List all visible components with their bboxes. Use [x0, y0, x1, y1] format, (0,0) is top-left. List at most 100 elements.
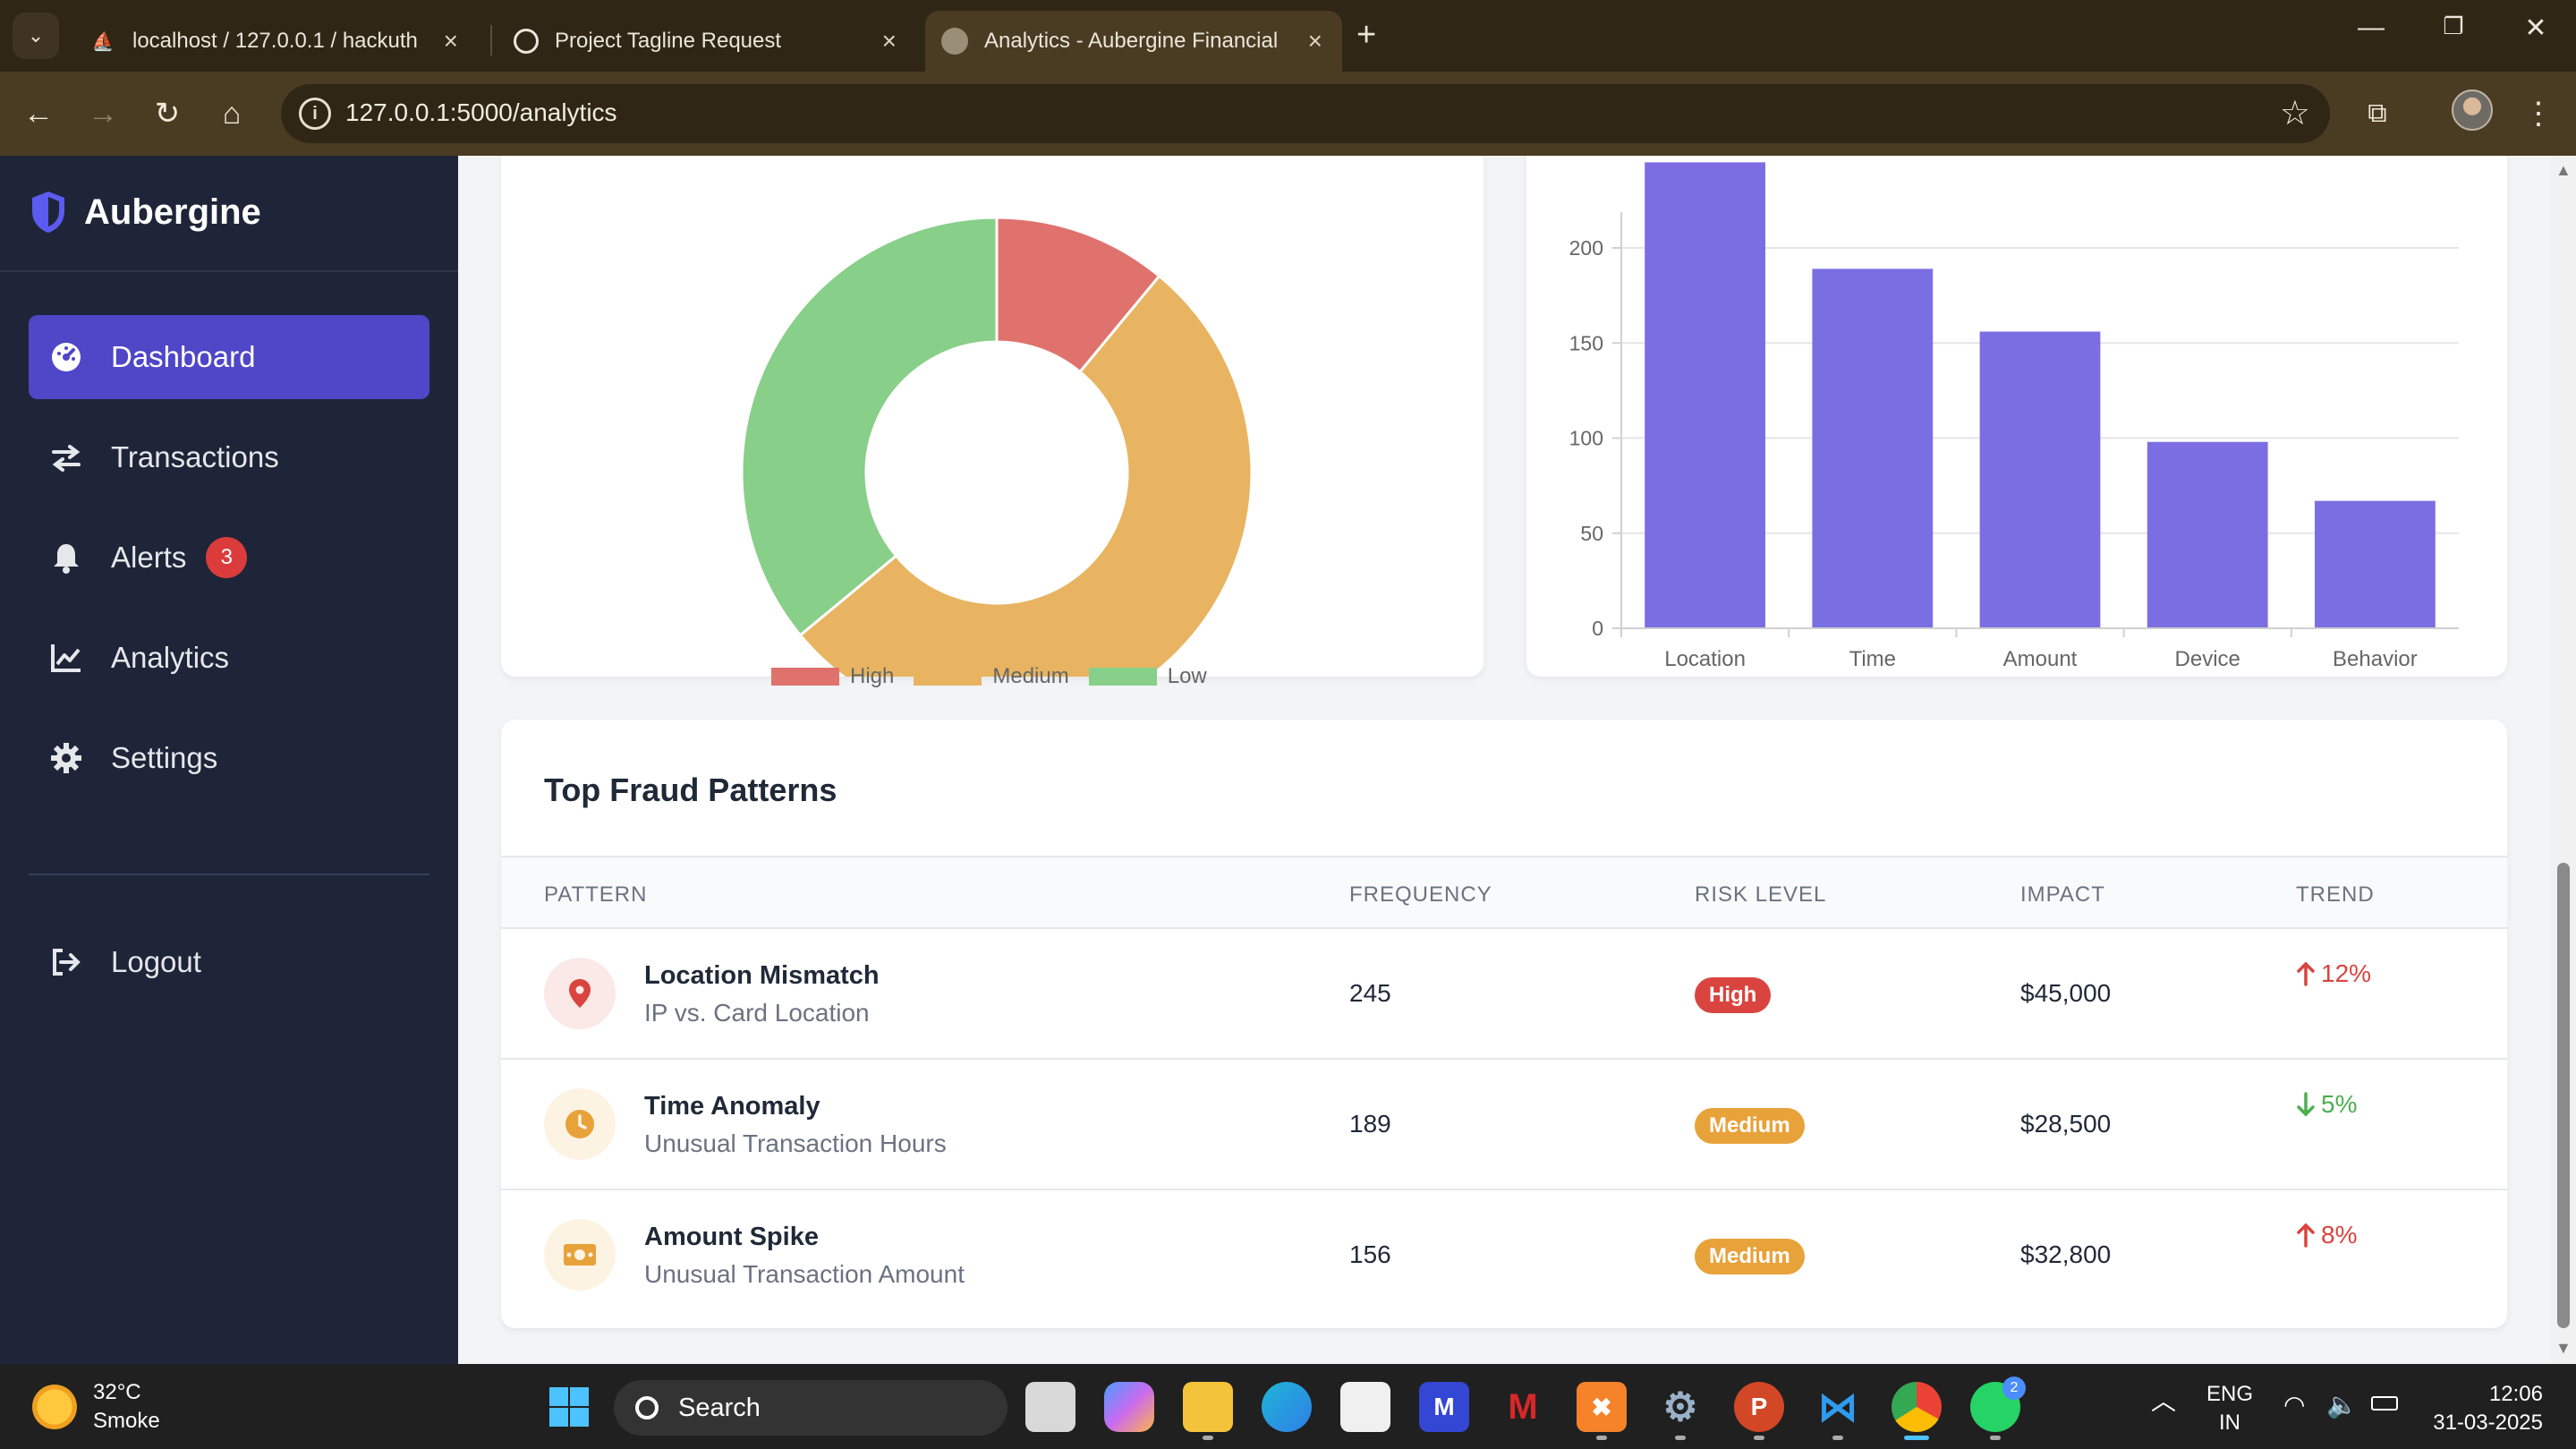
running-indicator: [1675, 1436, 1686, 1440]
extensions-icon[interactable]: ⧉: [2355, 91, 2400, 136]
browser-tab-bar: ⌄ ⛵ localhost / 127.0.0.1 / hackuth × Pr…: [0, 0, 2576, 72]
tab-title: Project Tagline Request: [555, 29, 782, 53]
windows-start-icon[interactable]: [544, 1382, 594, 1432]
scroll-up-icon[interactable]: ▲: [2555, 161, 2572, 180]
table-row[interactable]: Time Anomaly Unusual Transaction Hours 1…: [501, 1060, 2507, 1190]
powerpoint-icon[interactable]: P: [1734, 1382, 1784, 1432]
close-icon[interactable]: ×: [1308, 27, 1322, 55]
running-indicator: [1832, 1436, 1843, 1440]
url-text[interactable]: 127.0.0.1:5000/analytics: [345, 98, 617, 127]
donut-slice-low[interactable]: [740, 216, 999, 637]
scrollbar-thumb[interactable]: [2557, 863, 2570, 1328]
bookmark-star-icon[interactable]: ☆: [2280, 93, 2310, 133]
clock-time: 12:06: [2488, 1382, 2543, 1406]
close-icon[interactable]: ×: [444, 27, 458, 55]
table-row[interactable]: Amount Spike Unusual Transaction Amount …: [501, 1190, 2507, 1321]
column-header-frequency: FREQUENCY: [1349, 882, 1492, 907]
battery-icon[interactable]: [2371, 1396, 2398, 1411]
reload-icon[interactable]: ↻: [145, 91, 190, 136]
donut-legend: High Medium Low: [771, 664, 1227, 689]
tab-analytics[interactable]: Analytics - Aubergine Financial ×: [925, 11, 1342, 72]
new-tab-button[interactable]: +: [1356, 16, 1376, 55]
whatsapp-icon[interactable]: 2: [1970, 1377, 2026, 1432]
sidebar-item-transactions[interactable]: Transactions: [29, 415, 429, 499]
xampp-icon[interactable]: ✖: [1577, 1382, 1627, 1432]
settings-gear-icon[interactable]: ⚙: [1655, 1382, 1705, 1432]
bar-behavior[interactable]: [2315, 500, 2436, 628]
language-indicator[interactable]: ENG IN: [2206, 1380, 2253, 1437]
bell-icon: [48, 540, 84, 575]
copilot-icon[interactable]: [1104, 1382, 1154, 1432]
pattern-description: Unusual Transaction Amount: [644, 1260, 965, 1288]
site-info-icon[interactable]: i: [299, 98, 331, 130]
forward-icon[interactable]: →: [81, 91, 125, 136]
top-fraud-patterns-card: Top Fraud Patterns PATTERN FREQUENCY RIS…: [501, 720, 2507, 1328]
logout-label: Logout: [111, 945, 201, 978]
trend-up: 12%: [2296, 959, 2371, 988]
address-bar[interactable]: i 127.0.0.1:5000/analytics ☆: [281, 84, 2330, 143]
clock[interactable]: 12:06 31-03-2025: [2427, 1380, 2543, 1437]
frequency-value: 189: [1349, 1110, 1391, 1138]
legend-item-low[interactable]: Low: [1088, 664, 1207, 689]
sidebar-item-label: Dashboard: [111, 340, 256, 373]
bar-amount[interactable]: [1979, 331, 2101, 629]
sidebar-item-label: Transactions: [111, 440, 279, 473]
mcafee-icon[interactable]: M: [1498, 1382, 1548, 1432]
edge-icon[interactable]: [1262, 1382, 1312, 1432]
minimize-icon[interactable]: —: [2344, 13, 2398, 43]
bar-device[interactable]: [2147, 441, 2268, 628]
bar-time[interactable]: [1812, 268, 1934, 628]
microsoft-store-icon[interactable]: [1340, 1382, 1390, 1432]
back-icon[interactable]: ←: [16, 91, 61, 136]
chevron-up-icon[interactable]: ︿: [2151, 1387, 2176, 1416]
running-indicator: [1990, 1436, 2001, 1440]
restore-icon[interactable]: ❐: [2427, 13, 2480, 40]
weather-widget[interactable]: 32°C Smoke: [32, 1378, 160, 1436]
region-code: IN: [2219, 1411, 2240, 1435]
home-icon[interactable]: ⌂: [209, 91, 254, 136]
x-tick-label: Time: [1849, 647, 1896, 671]
task-view-icon[interactable]: [1025, 1382, 1075, 1432]
language-code: ENG: [2206, 1382, 2254, 1406]
sidebar-item-settings[interactable]: Settings: [29, 716, 429, 800]
close-icon[interactable]: ×: [882, 27, 897, 55]
x-tick-label: Device: [2175, 647, 2240, 671]
file-explorer-icon[interactable]: [1183, 1382, 1233, 1432]
table-row[interactable]: Location Mismatch IP vs. Card Location 2…: [501, 929, 2507, 1060]
page-scrollbar[interactable]: ▲ ▼: [2550, 156, 2576, 1364]
money-bill-icon: [544, 1219, 616, 1291]
scroll-down-icon[interactable]: ▼: [2555, 1339, 2572, 1358]
section-title: Top Fraud Patterns: [544, 771, 837, 808]
profile-avatar[interactable]: [2452, 89, 2493, 131]
menu-kebab-icon[interactable]: ⋮: [2516, 91, 2561, 136]
running-indicator: [1596, 1436, 1607, 1440]
bar-location[interactable]: [1645, 162, 1765, 628]
x-tick-label: Location: [1664, 647, 1746, 671]
sidebar-item-analytics[interactable]: Analytics: [29, 616, 429, 700]
close-window-icon[interactable]: ✕: [2509, 13, 2563, 44]
logout-button[interactable]: Logout: [29, 920, 429, 1004]
vscode-icon[interactable]: ⋈: [1813, 1382, 1863, 1432]
tab-phpmyadmin[interactable]: ⛵ localhost / 127.0.0.1 / hackuth ×: [73, 11, 478, 72]
sidebar-item-dashboard[interactable]: Dashboard: [29, 315, 429, 399]
alerts-count-badge: 3: [206, 537, 248, 578]
tab-search-button[interactable]: ⌄: [13, 13, 59, 59]
volume-icon[interactable]: 🔈: [2326, 1391, 2358, 1419]
frequency-value: 156: [1349, 1240, 1391, 1268]
wifi-icon[interactable]: ◠: [2283, 1391, 2305, 1419]
os-taskbar: 32°C Smoke Search M M ✖ ⚙ P ⋈ 2 ︿ ENG IN…: [0, 1364, 2576, 1449]
legend-item-high[interactable]: High: [771, 664, 894, 689]
risk-badge-medium: Medium: [1695, 1108, 1805, 1144]
app-icon[interactable]: M: [1419, 1382, 1469, 1432]
tab-chatgpt[interactable]: Project Tagline Request ×: [497, 11, 916, 72]
sidebar-item-alerts[interactable]: Alerts 3: [29, 516, 429, 600]
brand-logo[interactable]: Aubergine: [29, 190, 261, 234]
x-tick-label: Behavior: [2333, 647, 2418, 671]
taskbar-search[interactable]: Search: [614, 1380, 1007, 1436]
chrome-icon[interactable]: [1892, 1382, 1942, 1432]
impact-value: $45,000: [2020, 979, 2112, 1007]
legend-item-medium[interactable]: Medium: [914, 664, 1069, 689]
weather-temperature: 32°C: [93, 1380, 141, 1404]
legend-swatch: [771, 668, 839, 686]
pattern-name: Location Mismatch: [644, 961, 880, 990]
